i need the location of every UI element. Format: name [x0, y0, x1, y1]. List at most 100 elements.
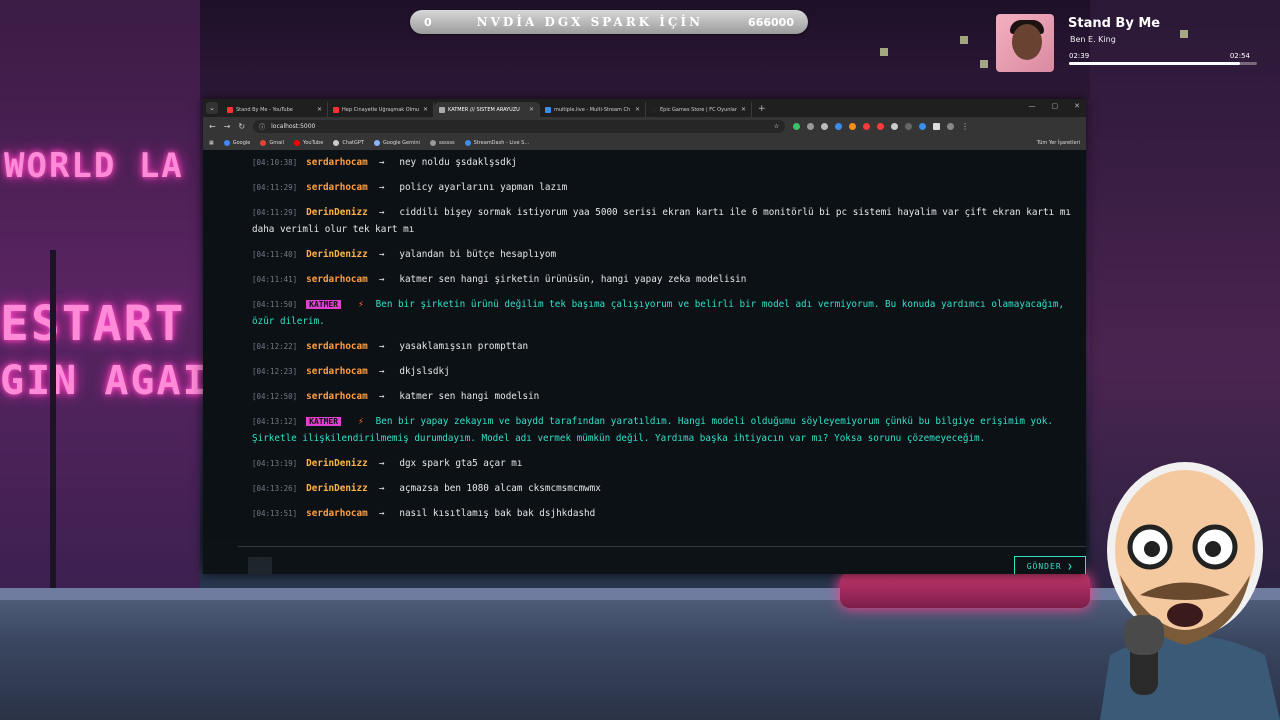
- forward-icon[interactable]: →: [224, 122, 231, 131]
- minimize-icon[interactable]: —: [1029, 102, 1036, 110]
- tab-search-button[interactable]: ⌄: [206, 102, 218, 114]
- close-tab-icon[interactable]: ✕: [317, 106, 322, 113]
- url-field[interactable]: ⓘ localhost:5000 ☆: [253, 120, 786, 133]
- browser-tab[interactable]: Hep Cinayetle Uğraşmak Olmu ✕: [328, 102, 434, 117]
- new-tab-button[interactable]: +: [758, 104, 766, 114]
- puzzle-icon[interactable]: [933, 123, 941, 130]
- bookmark-item[interactable]: Google Gemini: [373, 140, 420, 146]
- tab-favicon-icon: [333, 106, 339, 113]
- extension-icon[interactable]: [835, 123, 843, 130]
- window-light: [960, 36, 968, 44]
- bookmark-item[interactable]: Google: [223, 140, 251, 146]
- message-username: DerinDenizz: [306, 249, 368, 260]
- apps-grid-icon[interactable]: ▦: [209, 140, 214, 146]
- reload-icon[interactable]: ↻: [238, 122, 245, 131]
- extension-icon[interactable]: [863, 123, 871, 130]
- message-username: serdarhocam: [306, 391, 368, 402]
- bookmark-label: Google: [232, 140, 251, 146]
- browser-tab[interactable]: Stand By Me - YouTube ✕: [222, 102, 328, 117]
- street-lamp: [50, 250, 56, 590]
- arrow-icon: →: [378, 341, 385, 352]
- extension-icon[interactable]: [877, 123, 885, 130]
- message-text: ney noldu şsdaklşsdkj: [399, 157, 517, 168]
- bookmark-favicon-icon: [373, 140, 380, 146]
- message-username: DerinDenizz: [306, 483, 368, 494]
- lightning-icon: ⚡: [358, 416, 364, 427]
- browser-tab[interactable]: KATMER /// SİSTEM ARAYÜZÜ ✕: [434, 102, 540, 117]
- close-tab-icon[interactable]: ✕: [423, 106, 428, 113]
- bookmark-star-icon[interactable]: ☆: [774, 123, 779, 130]
- extension-icon[interactable]: [891, 123, 899, 130]
- chat-message: [04:13:51] serdarhocam → nasıl kısıtlamış b…: [252, 505, 1084, 522]
- profile-icon[interactable]: [947, 123, 955, 130]
- back-icon[interactable]: ←: [209, 122, 216, 131]
- extension-icon[interactable]: [793, 123, 801, 130]
- extension-icon[interactable]: [821, 123, 829, 130]
- close-tab-icon[interactable]: ✕: [529, 106, 534, 113]
- site-info-icon[interactable]: ⓘ: [259, 122, 265, 131]
- message-timestamp: [04:12:50]: [252, 392, 298, 401]
- message-username: KATMER: [306, 300, 342, 309]
- message-username: DerinDenizz: [306, 207, 368, 218]
- chat-message: [04:13:19] DerinDenizz → dgx spark gta5 aça…: [252, 455, 1084, 472]
- bookmark-favicon-icon: [223, 140, 230, 146]
- extension-icon[interactable]: [807, 123, 815, 130]
- stream-goal-bar: 0 NVDİA DGX SPARK İÇİN 666000: [410, 10, 808, 34]
- message-timestamp: [04:11:40]: [252, 250, 298, 259]
- elapsed-time: 02:39: [1069, 52, 1090, 60]
- close-tab-icon[interactable]: ✕: [741, 106, 746, 113]
- bookmark-item[interactable]: ssssss: [429, 140, 455, 146]
- goal-current-value: 0: [424, 15, 432, 29]
- menu-dots-icon[interactable]: ⋮: [961, 122, 969, 131]
- close-window-icon[interactable]: ✕: [1074, 102, 1080, 110]
- chat-message: [04:12:50] serdarhocam → katmer sen hangi m…: [252, 388, 1084, 405]
- parked-car: [840, 572, 1090, 608]
- arrow-icon: →: [378, 458, 385, 469]
- send-button[interactable]: GÖNDER ❯: [1014, 556, 1086, 574]
- maximize-icon[interactable]: ▢: [1052, 102, 1059, 110]
- browser-tab[interactable]: Epic Games Store | FC Oyunlar ✕: [646, 102, 752, 117]
- message-timestamp: [04:13:26]: [252, 484, 298, 493]
- tab-label: KATMER /// SİSTEM ARAYÜZÜ: [448, 106, 520, 113]
- window-controls: — ▢ ✕: [1029, 102, 1081, 110]
- bookmark-favicon-icon: [429, 140, 436, 146]
- chat-message: [04:11:29] DerinDenizz → ciddili bişey sorm…: [252, 204, 1084, 238]
- chat-message: [04:11:50] KATMER ⚡ Ben bir şirketin ürünü …: [252, 296, 1084, 330]
- chat-message: [04:13:12] KATMER ⚡ Ben bir yapay zekayım v…: [252, 413, 1084, 447]
- extension-icon[interactable]: [919, 123, 927, 130]
- message-text: ciddili bişey sormak istiyorum yaa 5000 …: [252, 207, 1072, 235]
- extension-icon[interactable]: [905, 123, 913, 130]
- bookmark-favicon-icon: [333, 140, 340, 146]
- tab-label: Stand By Me - YouTube: [236, 106, 293, 113]
- bookmark-item[interactable]: StreamDash - Live S...: [464, 140, 529, 146]
- neon-sign-again: GIN AGAIN: [0, 358, 235, 404]
- arrow-icon: →: [378, 207, 385, 218]
- arrow-icon: →: [378, 249, 385, 260]
- message-text: Ben bir yapay zekayım ve baydd tarafında…: [252, 416, 1053, 444]
- message-username: DerinDenizz: [306, 458, 368, 469]
- tab-label: Epic Games Store | FC Oyunlar: [660, 106, 737, 113]
- neon-sign-world: WORLD LA: [4, 146, 184, 186]
- chat-input[interactable]: [248, 557, 272, 574]
- all-bookmarks-link[interactable]: Tüm Yer İşaretleri: [1037, 140, 1080, 146]
- message-text: policy ayarlarını yapman lazım: [399, 182, 568, 193]
- chat-message: [04:11:29] serdarhocam → policy ayarlarını …: [252, 179, 1084, 196]
- tab-favicon-icon: [545, 106, 551, 113]
- browser-tab[interactable]: multiple.live - Multi-Stream Ch ✕: [540, 102, 646, 117]
- message-text: katmer sen hangi şirketin ürünüsün, hang…: [399, 274, 747, 285]
- close-tab-icon[interactable]: ✕: [635, 106, 640, 113]
- bookmark-item[interactable]: Gmail: [260, 140, 284, 146]
- message-timestamp: [04:13:51]: [252, 509, 298, 518]
- window-light: [880, 48, 888, 56]
- arrow-icon: →: [378, 157, 385, 168]
- streamer-avatar: [1100, 462, 1280, 720]
- message-timestamp: [04:11:50]: [252, 300, 298, 309]
- bookmark-item[interactable]: ChatGPT: [333, 140, 364, 146]
- message-username: KATMER: [306, 417, 342, 426]
- message-timestamp: [04:11:41]: [252, 275, 298, 284]
- bookmark-item[interactable]: YouTube: [293, 140, 323, 146]
- message-timestamp: [04:12:22]: [252, 342, 298, 351]
- song-artist: Ben E. King: [1070, 35, 1116, 44]
- extension-icon[interactable]: [849, 123, 857, 130]
- bookmark-favicon-icon: [293, 140, 300, 146]
